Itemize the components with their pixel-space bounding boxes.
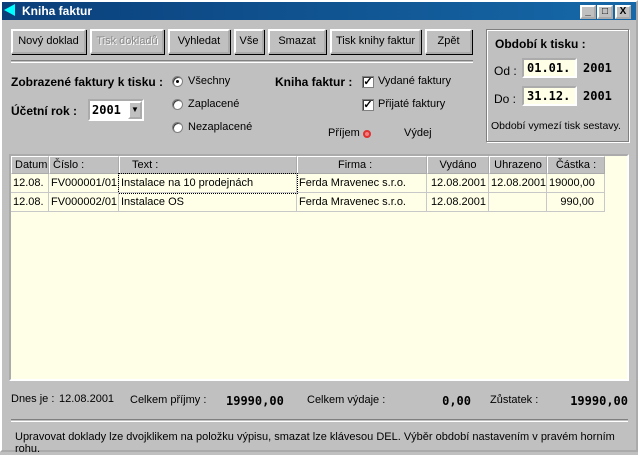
income-total: 19990,00 bbox=[226, 394, 284, 408]
minimize-button[interactable]: _ bbox=[580, 5, 596, 19]
today-value: 12.08.2001 bbox=[59, 393, 115, 405]
title-bar: Kniha faktur bbox=[2, 2, 636, 20]
close-button[interactable]: X bbox=[615, 5, 631, 19]
shown-invoices-label: Zobrazené faktury k tisku : bbox=[11, 75, 164, 89]
to-year: 2001 bbox=[583, 89, 612, 103]
expense-total-label: Celkem výdaje : bbox=[307, 394, 386, 406]
delete-button[interactable]: Smazat bbox=[268, 29, 326, 54]
radio-all-label: Všechny bbox=[188, 75, 231, 87]
table-cell[interactable]: FV000002/01 bbox=[49, 193, 119, 212]
year-select[interactable]: 2001 ▼ bbox=[88, 99, 144, 121]
column-header[interactable]: Text : bbox=[119, 156, 297, 174]
radio-unpaid-label: Nezaplacené bbox=[188, 121, 253, 133]
all-button[interactable]: Vše bbox=[234, 29, 264, 54]
table-cell[interactable] bbox=[489, 193, 547, 212]
column-header[interactable]: Firma : bbox=[297, 156, 427, 174]
balance-label: Zůstatek : bbox=[490, 394, 539, 406]
issued-label: Vydané faktury bbox=[378, 75, 451, 87]
income-label: Příjem bbox=[328, 127, 360, 139]
from-date-input[interactable]: 01.01. bbox=[522, 58, 577, 78]
new-document-button[interactable]: Nový doklad bbox=[11, 29, 86, 54]
year-label: Účetní rok : bbox=[11, 104, 78, 118]
chevron-down-icon[interactable]: ▼ bbox=[128, 101, 142, 119]
expense-label: Výdej bbox=[404, 127, 432, 139]
table-cell[interactable]: 12.08.2001 bbox=[489, 174, 547, 193]
table-cell[interactable]: 12.08. bbox=[11, 174, 49, 193]
to-label: Do : bbox=[494, 92, 517, 106]
radio-all[interactable] bbox=[172, 76, 183, 87]
table-cell[interactable]: 990,00 bbox=[547, 193, 605, 212]
app-icon bbox=[4, 4, 15, 16]
table-cell[interactable]: Ferda Mravenec s.r.o. bbox=[297, 174, 427, 193]
balance-value: 19990,00 bbox=[570, 394, 628, 408]
year-value: 2001 bbox=[92, 103, 121, 117]
divider bbox=[11, 419, 628, 422]
print-documents-button[interactable]: Tisk dokladů bbox=[90, 29, 164, 54]
table-cell[interactable]: Instalace na 10 prodejnách bbox=[118, 173, 298, 194]
to-date-input[interactable]: 31.12. bbox=[522, 86, 577, 106]
received-checkbox[interactable]: ✓ bbox=[362, 99, 374, 111]
column-header[interactable]: Vydáno bbox=[427, 156, 489, 174]
radio-paid[interactable] bbox=[172, 99, 183, 110]
divider bbox=[11, 60, 473, 63]
received-label: Přijaté faktury bbox=[378, 98, 446, 110]
today-label: Dnes je : bbox=[11, 393, 55, 405]
maximize-button[interactable]: □ bbox=[597, 5, 613, 19]
back-button[interactable]: Zpět bbox=[425, 29, 472, 54]
column-header[interactable]: Částka : bbox=[547, 156, 605, 174]
expense-total: 0,00 bbox=[442, 394, 471, 408]
search-button[interactable]: Vyhledat bbox=[168, 29, 230, 54]
book-label: Kniha faktur : bbox=[275, 75, 353, 89]
from-year: 2001 bbox=[583, 61, 612, 75]
table-cell[interactable]: 12.08. bbox=[11, 193, 49, 212]
income-expense-toggle[interactable] bbox=[363, 130, 371, 138]
column-header[interactable]: Číslo : bbox=[49, 156, 119, 174]
income-total-label: Celkem příjmy : bbox=[130, 394, 207, 406]
radio-unpaid[interactable] bbox=[172, 122, 183, 133]
table-cell[interactable]: Ferda Mravenec s.r.o. bbox=[297, 193, 427, 212]
print-book-button[interactable]: Tisk knihy faktur bbox=[330, 29, 421, 54]
status-text: Upravovat doklady lze dvojklikem na polo… bbox=[15, 431, 615, 455]
column-header[interactable]: Uhrazeno bbox=[489, 156, 547, 174]
period-title: Období k tisku : bbox=[495, 37, 586, 51]
table-cell[interactable]: 12.08.2001 bbox=[427, 193, 489, 212]
from-label: Od : bbox=[494, 64, 517, 78]
table-cell[interactable]: FV000001/01 bbox=[49, 174, 119, 193]
table-cell[interactable]: 12.08.2001 bbox=[427, 174, 489, 193]
period-note: Období vymezí tisk sestavy. bbox=[491, 120, 621, 132]
radio-paid-label: Zaplacené bbox=[188, 98, 240, 110]
table-cell[interactable]: 19000,00 bbox=[547, 174, 605, 193]
column-header[interactable]: Datum bbox=[11, 156, 49, 174]
issued-checkbox[interactable]: ✓ bbox=[362, 76, 374, 88]
invoice-table[interactable]: Datum Číslo : Text : Firma : Vydáno Uhrazeno Č… bbox=[9, 154, 629, 381]
window-title: Kniha faktur bbox=[22, 4, 93, 18]
table-cell[interactable]: Instalace OS bbox=[119, 193, 297, 212]
